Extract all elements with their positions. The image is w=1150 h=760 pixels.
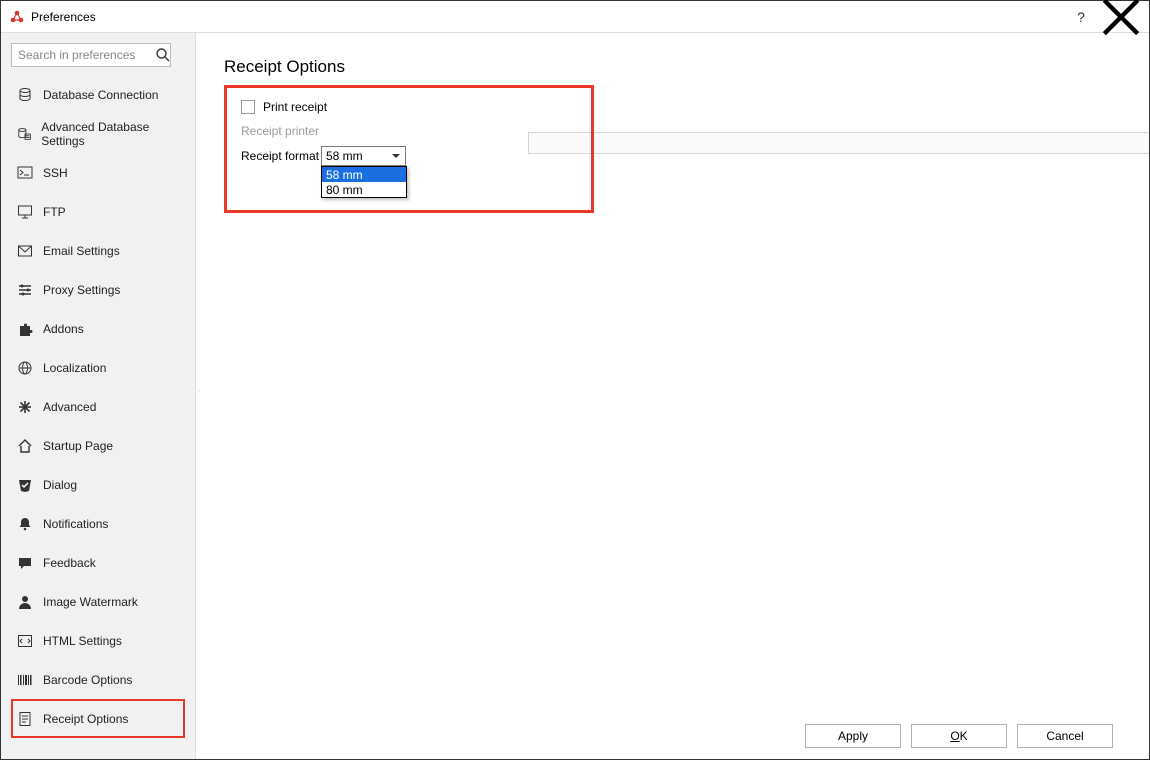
apply-button[interactable]: Apply (805, 724, 901, 748)
print-receipt-label: Print receipt (263, 100, 327, 114)
sidebar-item-label: Startup Page (43, 439, 113, 453)
sidebar-item-label: Localization (43, 361, 106, 375)
receipt-format-row: Receipt format 58 mm 58 mm80 mm (241, 146, 577, 166)
sidebar-item-proxy-settings[interactable]: Proxy Settings (11, 270, 185, 309)
bell-icon (17, 516, 33, 532)
receipt-format-option[interactable]: 80 mm (322, 182, 406, 197)
ok-button-label: OK (950, 729, 967, 743)
sidebar-item-label: Receipt Options (43, 712, 128, 726)
app-logo-icon (9, 9, 25, 25)
home-icon (17, 438, 33, 454)
sidebar-item-label: Dialog (43, 478, 77, 492)
receipt-format-value: 58 mm (326, 149, 363, 163)
sidebar-item-label: HTML Settings (43, 634, 122, 648)
proxy-icon (17, 282, 33, 298)
receipt-format-option[interactable]: 58 mm (322, 167, 406, 182)
sidebar-item-startup-page[interactable]: Startup Page (11, 426, 185, 465)
sidebar-item-label: Advanced (43, 400, 96, 414)
sidebar-item-addons[interactable]: Addons (11, 309, 185, 348)
preferences-window: Preferences ? Database Connection Advance… (0, 0, 1150, 760)
sidebar-item-dialog[interactable]: Dialog (11, 465, 185, 504)
sidebar-item-label: Email Settings (43, 244, 120, 258)
check-shield-icon (17, 477, 33, 493)
sidebar-nav: Database Connection Advanced Database Set… (11, 75, 185, 738)
close-icon (1101, 0, 1141, 37)
database-icon (17, 87, 33, 103)
print-receipt-row: Print receipt (241, 100, 577, 114)
globe-icon (17, 360, 33, 376)
cancel-button[interactable]: Cancel (1017, 724, 1113, 748)
sidebar-item-receipt-options[interactable]: Receipt Options (11, 699, 185, 738)
dialog-footer: Apply OK Cancel (224, 711, 1131, 759)
help-button[interactable]: ? (1061, 3, 1101, 31)
sidebar-item-label: Database Connection (43, 88, 158, 102)
receipt-options-group: Print receipt Receipt printer Receipt fo… (224, 85, 594, 213)
sidebar-item-advanced-database-settings[interactable]: Advanced Database Settings (11, 114, 185, 153)
receipt-printer-row: Receipt printer (241, 124, 577, 138)
sidebar-item-label: Advanced Database Settings (41, 120, 179, 148)
page-title: Receipt Options (224, 57, 1131, 77)
sidebar-item-label: Feedback (43, 556, 96, 570)
sidebar-item-image-watermark[interactable]: Image Watermark (11, 582, 185, 621)
monitor-icon (17, 204, 33, 220)
ok-button[interactable]: OK (911, 724, 1007, 748)
mail-icon (17, 243, 33, 259)
receipt-format-combo[interactable]: 58 mm 58 mm80 mm (321, 146, 406, 166)
sidebar-item-label: Proxy Settings (43, 283, 120, 297)
sidebar-item-database-connection[interactable]: Database Connection (11, 75, 185, 114)
receipt-icon (17, 711, 33, 727)
apply-button-label: Apply (838, 729, 868, 743)
print-receipt-checkbox[interactable] (241, 100, 255, 114)
sidebar-item-advanced[interactable]: Advanced (11, 387, 185, 426)
search-wrap (11, 43, 185, 67)
puzzle-icon (17, 321, 33, 337)
titlebar: Preferences ? (1, 1, 1149, 33)
sidebar-item-label: Image Watermark (43, 595, 138, 609)
sidebar-item-label: SSH (43, 166, 68, 180)
db-advanced-icon (17, 126, 31, 142)
search-icon (155, 47, 171, 63)
sidebar-item-label: FTP (43, 205, 66, 219)
receipt-printer-label: Receipt printer (241, 124, 321, 138)
terminal-icon (17, 165, 33, 181)
sidebar-item-ftp[interactable]: FTP (11, 192, 185, 231)
sidebar-item-html-settings[interactable]: HTML Settings (11, 621, 185, 660)
window-title: Preferences (31, 10, 96, 24)
chevron-down-icon (390, 150, 402, 162)
sidebar-item-notifications[interactable]: Notifications (11, 504, 185, 543)
sidebar-item-barcode-options[interactable]: Barcode Options (11, 660, 185, 699)
close-button[interactable] (1101, 3, 1141, 31)
chat-icon (17, 555, 33, 571)
receipt-format-options: 58 mm80 mm (321, 166, 407, 198)
code-icon (17, 633, 33, 649)
search-input[interactable] (11, 43, 171, 67)
main-panel: Receipt Options Print receipt Receipt pr… (196, 33, 1149, 759)
barcode-icon (17, 672, 33, 688)
sidebar-item-feedback[interactable]: Feedback (11, 543, 185, 582)
help-icon: ? (1077, 9, 1085, 25)
sidebar-item-label: Addons (43, 322, 84, 336)
sidebar-item-label: Notifications (43, 517, 108, 531)
receipt-format-label: Receipt format (241, 149, 321, 163)
sidebar-item-email-settings[interactable]: Email Settings (11, 231, 185, 270)
sidebar-item-localization[interactable]: Localization (11, 348, 185, 387)
asterisk-icon (17, 399, 33, 415)
person-icon (17, 594, 33, 610)
receipt-printer-dropdown (528, 132, 1149, 154)
sidebar-item-ssh[interactable]: SSH (11, 153, 185, 192)
sidebar: Database Connection Advanced Database Set… (1, 33, 196, 759)
cancel-button-label: Cancel (1046, 729, 1083, 743)
sidebar-item-label: Barcode Options (43, 673, 132, 687)
